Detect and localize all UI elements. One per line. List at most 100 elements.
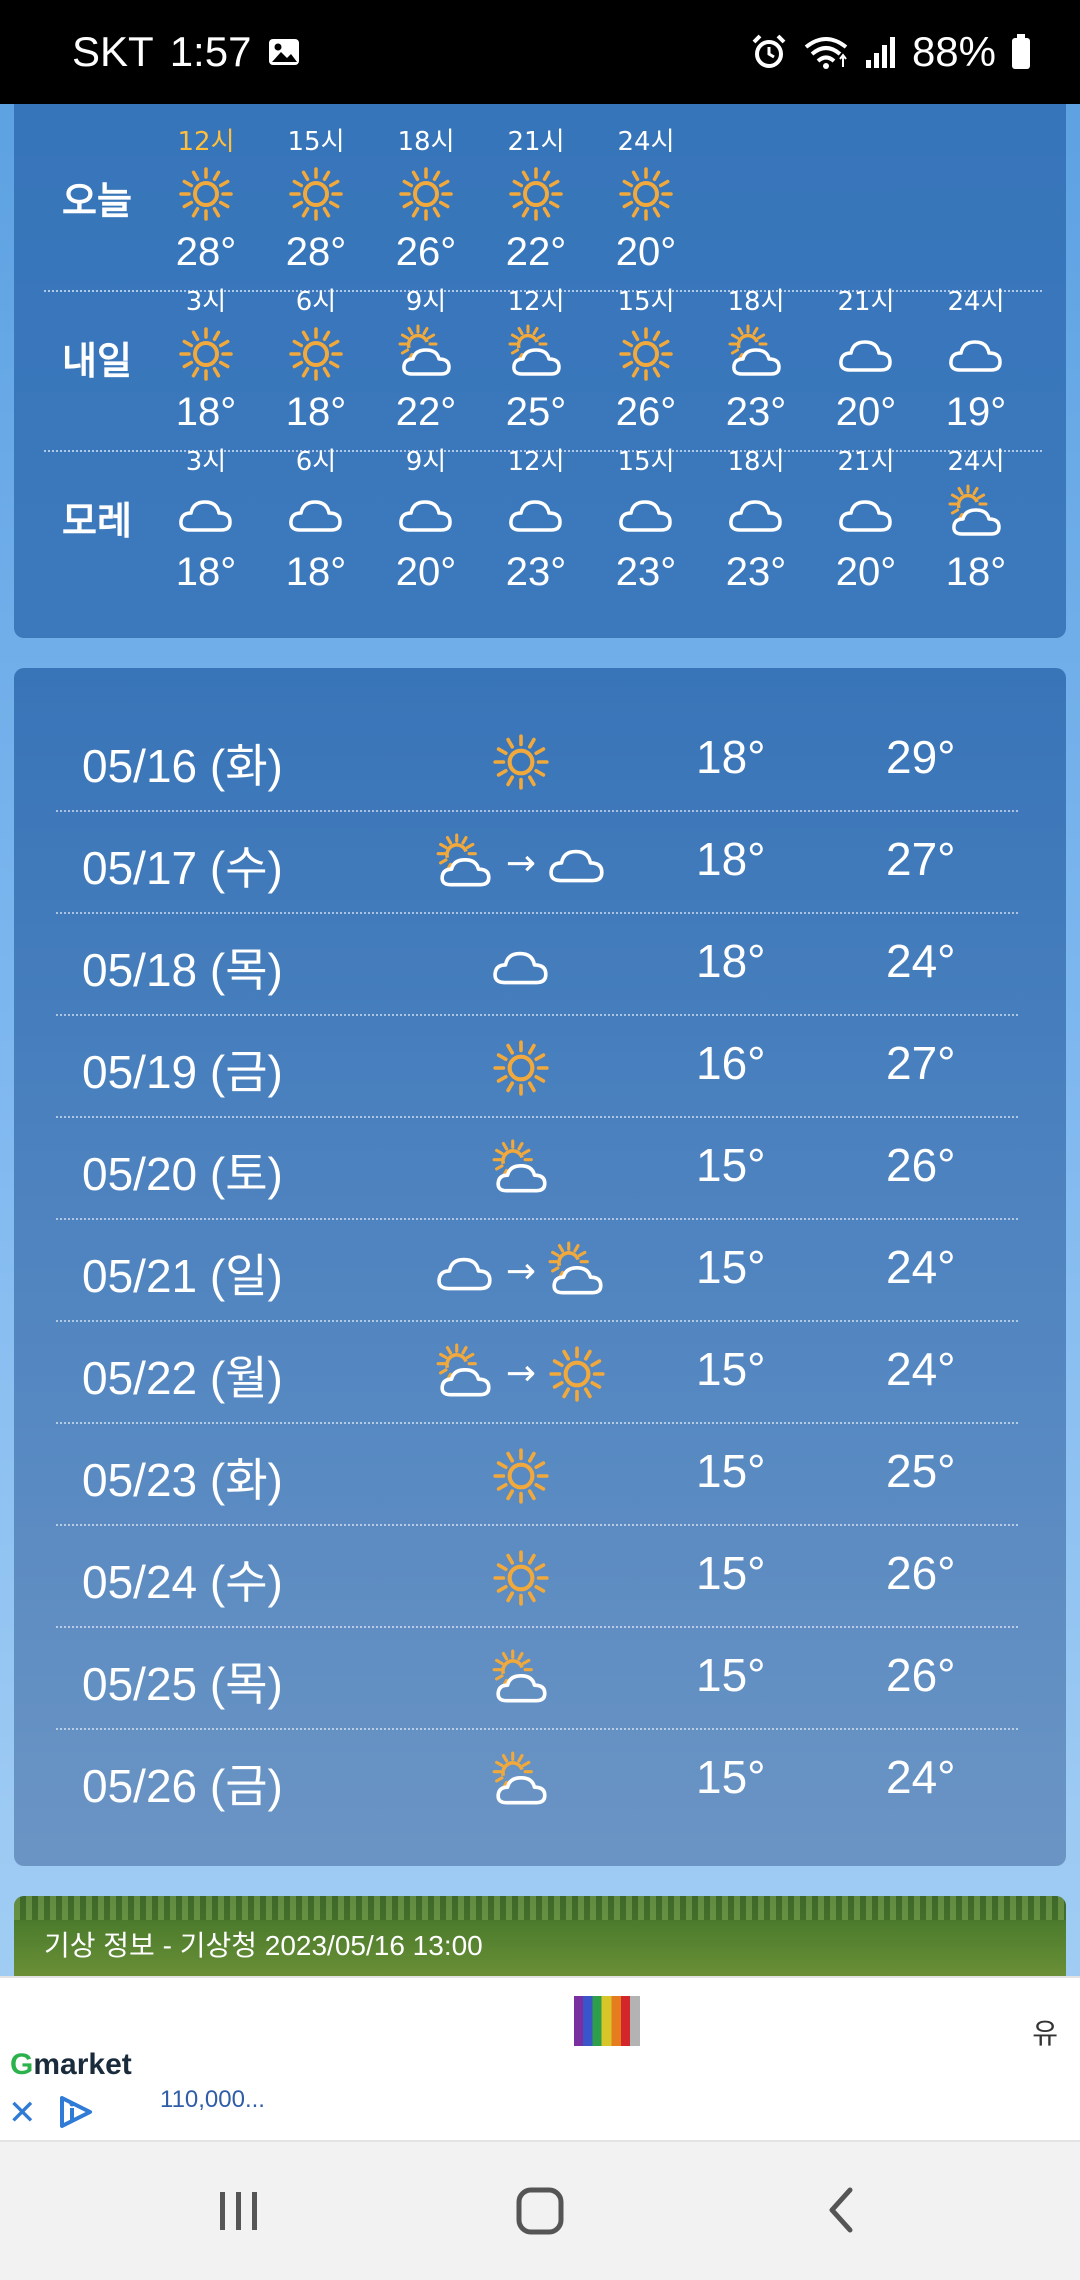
ad-right-text[interactable]: 유 <box>1032 2012 1058 2052</box>
daily-weather-icons: → <box>396 1343 646 1404</box>
hour-temp: 20° <box>615 230 677 274</box>
hour-label: 15시 <box>617 287 675 317</box>
hour-forecast: 18시 23° <box>701 442 811 598</box>
sun-icon <box>179 167 233 221</box>
home-icon[interactable] <box>514 2182 566 2238</box>
forecast-date: 05/24 (수) <box>82 1556 283 1608</box>
adchoices-icon[interactable] <box>56 2094 96 2130</box>
hour-forecast: 6시 18° <box>261 282 371 438</box>
hour-forecast: 18시 26° <box>371 122 481 278</box>
partly-cloudy-icon <box>492 1649 547 1703</box>
cloud-icon <box>437 1257 492 1291</box>
sun-icon <box>549 1346 605 1402</box>
daily-forecast-row: 05/23 (화) 15° 25° <box>56 1424 1018 1526</box>
hour-label: 21시 <box>507 127 565 157</box>
hour-label: 9시 <box>405 447 447 477</box>
hour-forecast: 21시 20° <box>811 442 921 598</box>
hour-temp: 18° <box>175 390 237 434</box>
min-temp: 18° <box>696 833 766 885</box>
hour-temp: 26° <box>615 390 677 434</box>
daily-weather-icons <box>396 936 646 996</box>
weather-icon-slot <box>591 322 701 386</box>
sun-icon <box>619 327 673 381</box>
min-temp: 15° <box>696 1751 766 1803</box>
hourly-day-row: 오늘 12시 28° 15시 28° 18시 26° 21시 22° 24시 20° <box>14 122 1066 282</box>
row-divider <box>44 450 1042 452</box>
daily-forecast-row: 05/21 (일) → 15° 24° <box>56 1220 1018 1322</box>
max-temp: 24° <box>886 935 956 987</box>
cloud-icon <box>399 500 452 532</box>
max-temp: 24° <box>886 1343 956 1395</box>
min-temp: 16° <box>696 1037 766 1089</box>
transition-arrow-icon: → <box>505 843 537 884</box>
hour-temp: 18° <box>175 550 237 594</box>
daily-weather-icons <box>396 1649 646 1710</box>
weather-icon-slot <box>921 322 1031 386</box>
daily-forecast-row: 05/18 (목) 18° 24° <box>56 914 1018 1016</box>
ad-price[interactable]: 110,000... <box>160 2086 265 2114</box>
hour-temp: 28° <box>285 230 347 274</box>
max-temp: 26° <box>886 1139 956 1191</box>
ad-product-image[interactable] <box>574 1996 640 2046</box>
daily-weather-icons: → <box>396 1241 646 1302</box>
daily-weather-icons <box>396 1446 646 1506</box>
min-temp: 15° <box>696 1547 766 1599</box>
clock-label: 1:57 <box>169 28 252 75</box>
hour-label: 12시 <box>177 127 235 157</box>
daily-forecast-row: 05/17 (수) → 18° 27° <box>56 812 1018 914</box>
info-source-line: 기상 정보 - 기상청 2023/05/16 13:00 <box>44 1930 483 1961</box>
status-bar: SKT 1:57 88% <box>0 0 1080 104</box>
partly-cloudy-icon <box>508 324 561 376</box>
hour-temp: 19° <box>945 390 1007 434</box>
hour-forecast: 12시 25° <box>481 282 591 438</box>
hour-forecast: 9시 20° <box>371 442 481 598</box>
ad-brand-logo[interactable]: Gmarket <box>10 2048 132 2082</box>
forecast-date: 05/23 (화) <box>82 1454 283 1506</box>
forecast-date: 05/21 (일) <box>82 1250 283 1302</box>
daily-weather-icons <box>396 732 646 792</box>
hour-forecast: 3시 18° <box>151 282 261 438</box>
daily-forecast-row: 05/26 (금) 15° 24° <box>56 1730 1018 1832</box>
weather-icon-slot <box>591 482 701 546</box>
hour-label: 12시 <box>507 287 565 317</box>
daily-weather-icons: → <box>396 833 646 894</box>
hour-forecast: 15시 26° <box>591 282 701 438</box>
system-nav-bar <box>0 2142 1080 2280</box>
daily-weather-icons <box>396 1038 646 1098</box>
hour-label: 3시 <box>185 447 227 477</box>
hour-forecast: 24시 20° <box>591 122 701 278</box>
sun-icon <box>493 1448 549 1504</box>
min-temp: 15° <box>696 1445 766 1497</box>
ad-close-icon[interactable]: ✕ <box>8 2096 37 2130</box>
battery-percent: 88% <box>911 28 996 75</box>
forecast-date: 05/22 (월) <box>82 1352 283 1404</box>
row-divider <box>44 290 1042 292</box>
back-icon[interactable] <box>822 2182 862 2238</box>
forecast-date: 05/25 (목) <box>82 1658 283 1710</box>
daily-forecast-row: 05/19 (금) 16° 27° <box>56 1016 1018 1118</box>
hour-temp: 23° <box>725 550 787 594</box>
min-temp: 15° <box>696 1649 766 1701</box>
grass-decoration <box>14 1896 1066 1920</box>
weather-icon-slot <box>151 322 261 386</box>
ad-banner[interactable]: Gmarket 110,000... 유 ✕ <box>0 1976 1080 2142</box>
weather-icon-slot <box>921 482 1031 546</box>
weather-icon-slot <box>151 482 261 546</box>
min-temp: 18° <box>696 935 766 987</box>
sun-icon <box>289 327 343 381</box>
forecast-date: 05/26 (금) <box>82 1760 283 1812</box>
max-temp: 25° <box>886 1445 956 1497</box>
hour-forecast: 15시 23° <box>591 442 701 598</box>
transition-arrow-icon: → <box>505 1251 537 1292</box>
hour-forecast: 21시 22° <box>481 122 591 278</box>
hour-temp: 22° <box>395 390 457 434</box>
ad-brand-g: G <box>10 2048 34 2081</box>
recent-apps-icon[interactable] <box>214 2182 264 2238</box>
hour-label: 18시 <box>727 447 785 477</box>
hour-forecast: 12시 28° <box>151 122 261 278</box>
hour-temp: 28° <box>175 230 237 274</box>
hour-temp: 25° <box>505 390 567 434</box>
hour-label: 21시 <box>837 447 895 477</box>
daily-weather-icons <box>396 1548 646 1608</box>
cloud-icon <box>509 500 562 532</box>
